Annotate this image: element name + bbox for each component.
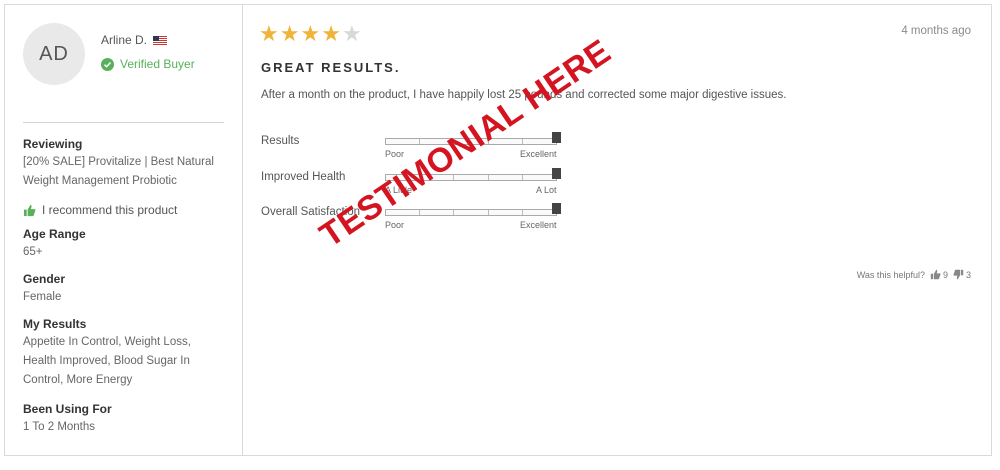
gender-label: Gender	[23, 272, 66, 286]
rating-min-label: Poor	[385, 149, 405, 159]
rating-marker	[552, 168, 561, 179]
rating-label: Improved Health	[261, 171, 346, 183]
rating-max-label: Excellent	[520, 220, 557, 230]
review-title: GREAT RESULTS.	[261, 60, 401, 75]
rating-max-label: A Lot	[536, 185, 557, 195]
review-card: AD Arline D. Verified Buyer Reviewing [2…	[4, 4, 992, 456]
helpful-question: Was this helpful?	[856, 269, 925, 280]
verified-label: Verified Buyer	[120, 57, 195, 71]
star-empty-icon: ★	[341, 21, 362, 46]
rating-marker	[552, 203, 561, 214]
gender-value: Female	[23, 291, 62, 303]
my-results-value: Appetite In Control, Weight Loss, Health…	[23, 336, 191, 386]
been-using-label: Been Using For	[23, 402, 112, 416]
reviewing-label: Reviewing	[23, 137, 83, 151]
been-using-value: 1 To 2 Months	[23, 421, 96, 433]
thumbs-down-icon	[953, 269, 964, 280]
vote-up-count: 9	[942, 269, 948, 280]
recommend-text: I recommend this product	[42, 203, 178, 217]
us-flag-icon	[153, 35, 168, 45]
star-rating: ★ ★ ★ ★ ★	[259, 23, 362, 45]
review-date: 4 months ago	[901, 25, 971, 37]
rating-max-label: Excellent	[520, 149, 557, 159]
rating-bar	[385, 209, 557, 216]
age-range-label: Age Range	[23, 227, 86, 241]
thumbs-up-icon	[930, 269, 941, 280]
vote-down-button[interactable]: 3	[953, 269, 971, 280]
star-filled-icon: ★	[321, 21, 341, 46]
vote-up-button[interactable]: 9	[930, 269, 948, 280]
reviewing-value: [20% SALE] Provitalize | Best Natural We…	[23, 156, 214, 187]
reviewer-name: Arline D.	[101, 33, 168, 47]
recommend-statement: I recommend this product	[23, 203, 224, 217]
vote-down-count: 3	[965, 269, 971, 280]
star-filled-icon: ★	[300, 21, 321, 46]
my-results-label: My Results	[23, 317, 87, 331]
reviewer-name-text: Arline D.	[101, 33, 148, 47]
reviewer-header: AD Arline D. Verified Buyer	[23, 23, 224, 123]
reviewer-meta: Reviewing [20% SALE] Provitalize | Best …	[23, 123, 224, 437]
verified-buyer-badge: Verified Buyer	[101, 57, 195, 71]
rating-marker	[552, 132, 561, 143]
rating-row: Overall Satisfaction Poor Excellent	[261, 203, 581, 236]
thumbs-up-icon	[23, 204, 36, 216]
avatar: AD	[23, 23, 85, 85]
verified-check-icon	[101, 57, 114, 71]
star-filled-icon: ★	[259, 21, 279, 46]
star-filled-icon: ★	[279, 21, 300, 46]
age-range-value: 65+	[23, 246, 43, 258]
rating-label: Results	[261, 135, 300, 147]
helpful-vote: Was this helpful? 9 3	[857, 269, 971, 280]
rating-min-label: Poor	[385, 220, 405, 230]
reviewer-sidebar: AD Arline D. Verified Buyer Reviewing [2…	[5, 5, 243, 455]
